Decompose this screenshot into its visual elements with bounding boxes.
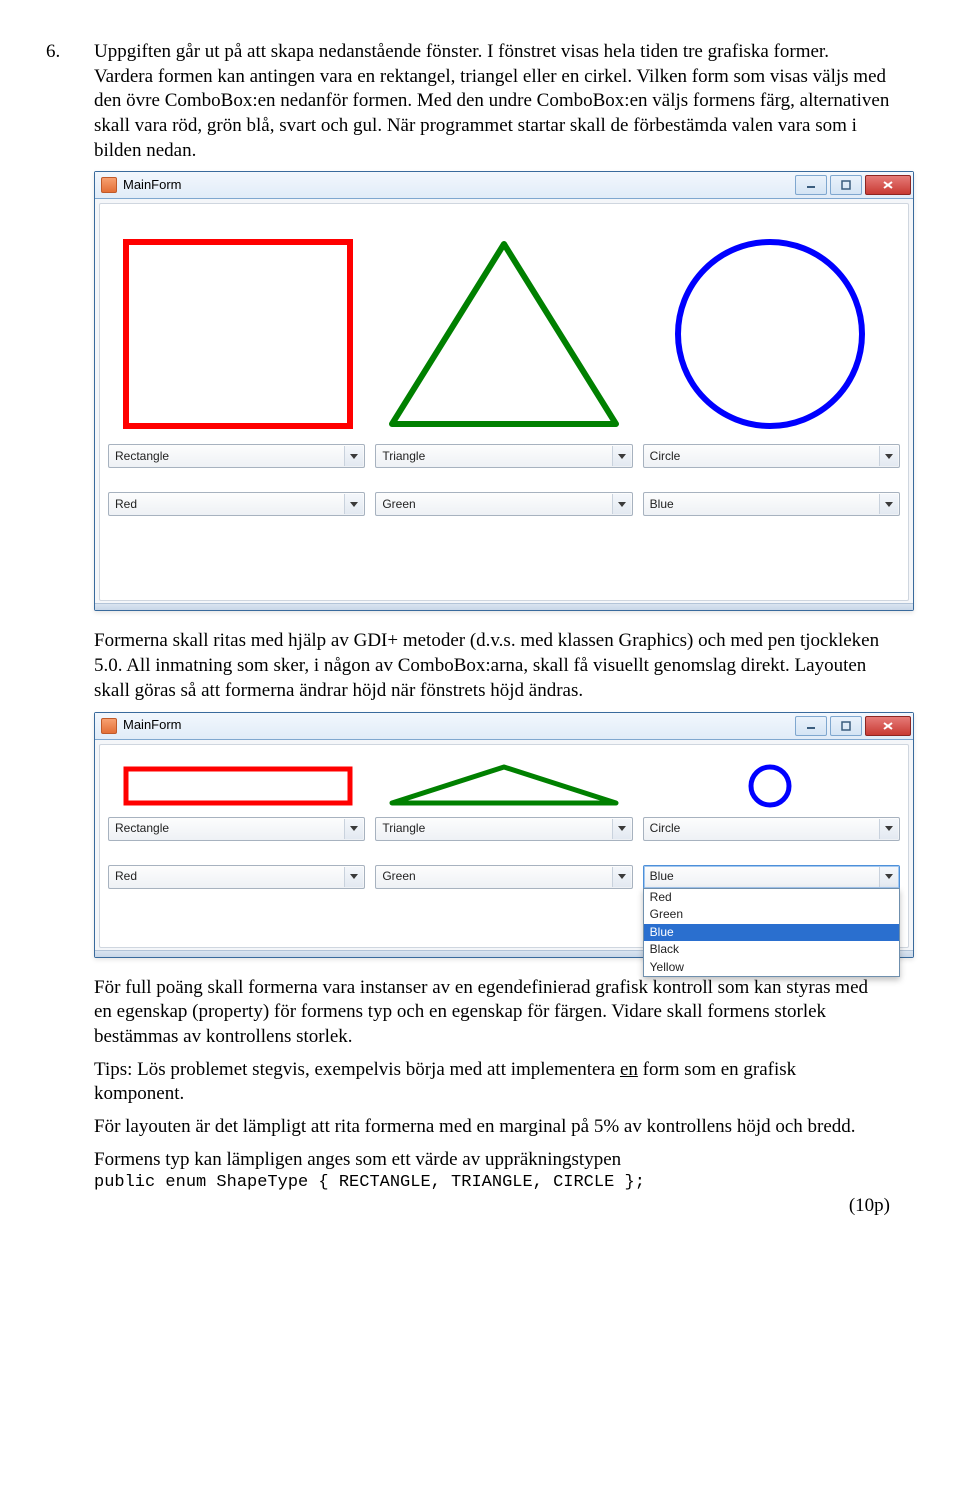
- question-number: 6.: [70, 40, 94, 65]
- shapes-row: [100, 745, 908, 813]
- shape-triangle: [376, 234, 632, 434]
- combo-value: Green: [382, 869, 415, 885]
- dropdown-option[interactable]: Black: [644, 941, 899, 959]
- chevron-down-icon: [879, 446, 898, 466]
- dropdown-option[interactable]: Green: [644, 906, 899, 924]
- combo-value: Triangle: [382, 449, 425, 465]
- combo-value: Blue: [650, 869, 674, 885]
- combo-value: Triangle: [382, 821, 425, 837]
- window-title: MainForm: [123, 177, 182, 194]
- shape-combo-2[interactable]: Triangle: [375, 444, 632, 468]
- chevron-down-icon: [612, 494, 631, 514]
- intro-text: Uppgiften går ut på att skapa nedanståen…: [94, 41, 889, 161]
- shape-combo-1[interactable]: Rectangle: [108, 444, 365, 468]
- color-combo-3[interactable]: Blue Red Green Blue Black Yellow: [643, 865, 900, 889]
- combo-value: Rectangle: [115, 821, 169, 837]
- close-button[interactable]: [865, 716, 911, 736]
- combo-value: Red: [115, 869, 137, 885]
- chevron-down-icon: [344, 867, 363, 887]
- chevron-down-icon: [344, 494, 363, 514]
- shapes-row: [100, 204, 908, 440]
- screenshot-window-1: MainForm: [94, 171, 914, 611]
- code-line: public enum ShapeType { RECTANGLE, TRIAN…: [94, 1172, 890, 1194]
- chevron-down-icon: [879, 819, 898, 839]
- shape-rectangle: [110, 761, 366, 811]
- end-paragraph-3: För layouten är det lämpligt att rita fo…: [94, 1115, 890, 1140]
- chevron-down-icon: [612, 867, 631, 887]
- shape-combo-row: Rectangle Triangle Circle: [100, 813, 908, 847]
- color-combo-1[interactable]: Red: [108, 492, 365, 516]
- canvas-area: Rectangle Triangle Circle Red Green Blue: [99, 203, 909, 601]
- end-paragraph-2: Tips: Lös problemet stegvis, exempelvis …: [94, 1058, 890, 1107]
- maximize-icon: [841, 721, 851, 731]
- text: Tips: Lös problemet stegvis, exempelvis …: [94, 1059, 620, 1080]
- question-paragraph: 6.Uppgiften går ut på att skapa nedanstå…: [94, 40, 890, 163]
- shape-combo-2[interactable]: Triangle: [375, 817, 632, 841]
- middle-paragraph: Formerna skall ritas med hjälp av GDI+ m…: [94, 629, 890, 703]
- combo-value: Green: [382, 497, 415, 513]
- window-title: MainForm: [123, 717, 182, 734]
- minimize-icon: [806, 721, 816, 731]
- dropdown-option[interactable]: Yellow: [644, 959, 899, 977]
- chevron-down-icon: [344, 819, 363, 839]
- shape-triangle: [376, 761, 632, 811]
- shape-circle: [642, 234, 898, 434]
- maximize-icon: [841, 180, 851, 190]
- combo-value: Blue: [650, 497, 674, 513]
- combo-value: Red: [115, 497, 137, 513]
- chevron-down-icon: [344, 446, 363, 466]
- chevron-down-icon: [879, 494, 898, 514]
- document-page: 6.Uppgiften går ut på att skapa nedanstå…: [0, 0, 960, 1261]
- minimize-button[interactable]: [795, 716, 827, 736]
- combo-value: Circle: [650, 821, 681, 837]
- combo-value: Circle: [650, 449, 681, 465]
- shape-rectangle: [110, 234, 366, 434]
- end-paragraph-1: För full poäng skall formerna vara insta…: [94, 976, 890, 1050]
- color-combo-2[interactable]: Green: [375, 492, 632, 516]
- minimize-icon: [806, 180, 816, 190]
- maximize-button[interactable]: [830, 716, 862, 736]
- canvas-area: Rectangle Triangle Circle Red Green Blue…: [99, 744, 909, 948]
- end-paragraph-4: Formens typ kan lämpligen anges som ett …: [94, 1148, 890, 1173]
- color-dropdown[interactable]: Red Green Blue Black Yellow: [643, 888, 900, 978]
- shape-combo-3[interactable]: Circle: [643, 444, 900, 468]
- window-footer: [95, 603, 913, 610]
- color-combo-row: Red Green Blue Red Green Blue Black Yell…: [100, 861, 908, 895]
- shape-combo-3[interactable]: Circle: [643, 817, 900, 841]
- dropdown-option-selected[interactable]: Blue: [644, 924, 899, 942]
- chevron-down-icon: [612, 446, 631, 466]
- color-combo-1[interactable]: Red: [108, 865, 365, 889]
- color-combo-row: Red Green Blue: [100, 488, 908, 522]
- app-icon: [101, 718, 117, 734]
- titlebar: MainForm: [95, 172, 913, 199]
- dropdown-option[interactable]: Red: [644, 889, 899, 907]
- screenshot-window-2: MainForm Rectangle Triangle Ci: [94, 712, 914, 958]
- close-icon: [882, 721, 894, 731]
- chevron-down-icon: [879, 867, 898, 887]
- minimize-button[interactable]: [795, 175, 827, 195]
- underlined: en: [620, 1059, 638, 1080]
- app-icon: [101, 177, 117, 193]
- close-icon: [882, 180, 894, 190]
- shape-combo-row: Rectangle Triangle Circle: [100, 440, 908, 474]
- maximize-button[interactable]: [830, 175, 862, 195]
- chevron-down-icon: [612, 819, 631, 839]
- shape-circle: [642, 761, 898, 811]
- color-combo-2[interactable]: Green: [375, 865, 632, 889]
- color-combo-3[interactable]: Blue: [643, 492, 900, 516]
- titlebar: MainForm: [95, 713, 913, 740]
- combo-value: Rectangle: [115, 449, 169, 465]
- points-label: (10p): [70, 1194, 890, 1219]
- shape-combo-1[interactable]: Rectangle: [108, 817, 365, 841]
- close-button[interactable]: [865, 175, 911, 195]
